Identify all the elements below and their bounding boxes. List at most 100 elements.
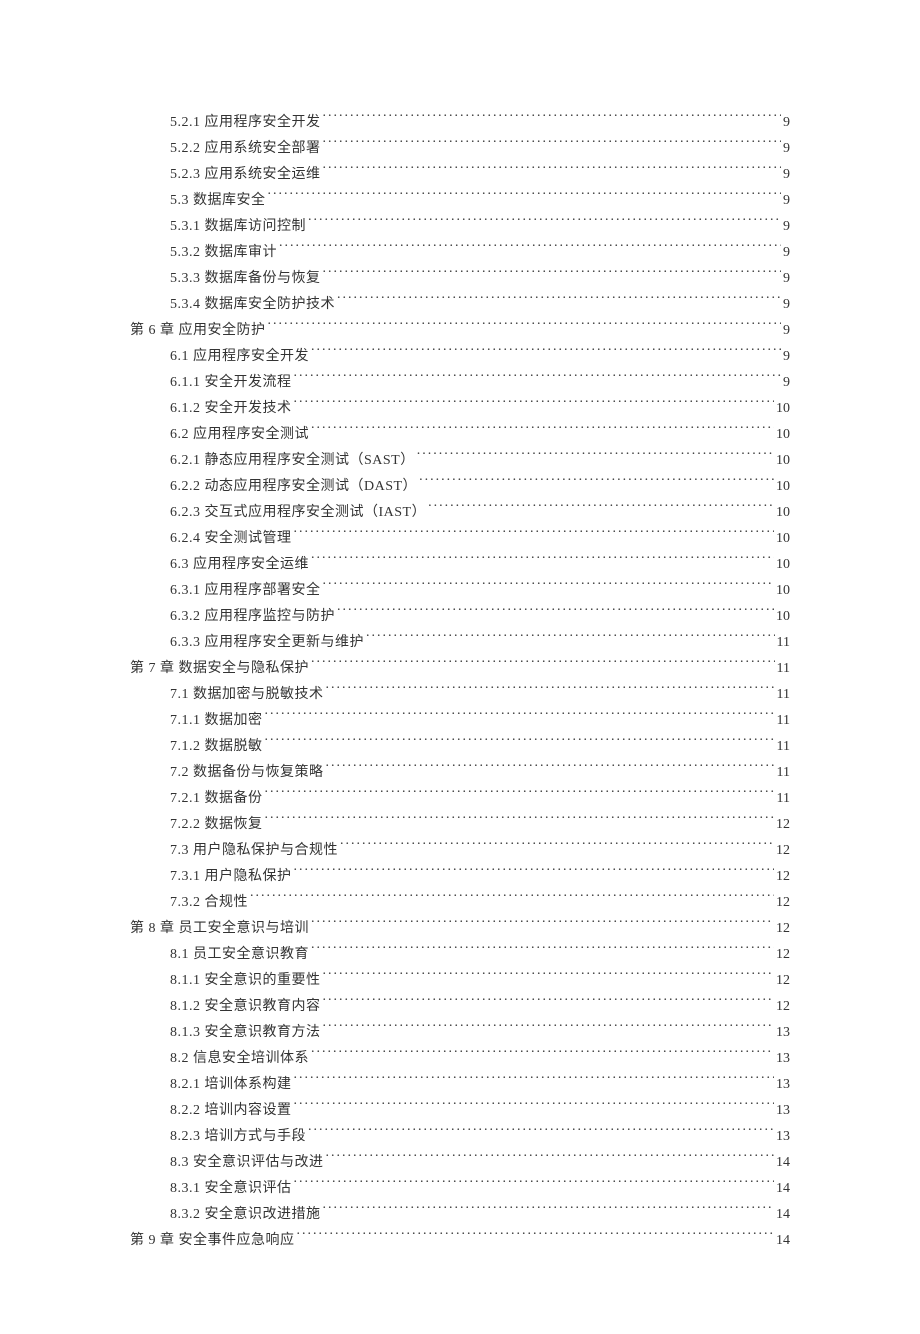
- toc-entry[interactable]: 5.3.2 数据库审计9: [170, 240, 790, 266]
- toc-entry[interactable]: 8.3.1 安全意识评估14: [170, 1176, 790, 1202]
- toc-entry-label: 6.3.1 应用程序部署安全: [170, 578, 321, 604]
- toc-entry-page: 12: [776, 942, 790, 968]
- toc-entry-label: 8.1.2 安全意识教育内容: [170, 994, 321, 1020]
- toc-entry[interactable]: 7.1 数据加密与脱敏技术11: [170, 682, 790, 708]
- toc-entry[interactable]: 5.2.2 应用系统安全部署9: [170, 136, 790, 162]
- toc-entry[interactable]: 5.2.1 应用程序安全开发9: [170, 110, 790, 136]
- toc-entry-label: 7.1 数据加密与脱敏技术: [170, 682, 324, 708]
- toc-leader-dots: [323, 996, 775, 1010]
- toc-entry-page: 12: [776, 812, 790, 838]
- toc-entry[interactable]: 6.3 应用程序安全运维10: [170, 552, 790, 578]
- toc-entry[interactable]: 5.3 数据库安全9: [170, 188, 790, 214]
- toc-entry-page: 12: [776, 838, 790, 864]
- toc-entry-page: 12: [776, 890, 790, 916]
- toc-entry[interactable]: 7.3.1 用户隐私保护12: [170, 864, 790, 890]
- toc-leader-dots: [308, 216, 781, 230]
- toc-entry-page: 13: [776, 1098, 790, 1124]
- toc-entry[interactable]: 6.1.1 安全开发流程 9: [170, 370, 790, 396]
- toc-entry[interactable]: 6.2.4 安全测试管理10: [170, 526, 790, 552]
- toc-entry[interactable]: 6.2.1 静态应用程序安全测试（SAST）10: [170, 448, 790, 474]
- toc-leader-dots: [326, 684, 775, 698]
- toc-leader-dots: [428, 502, 774, 516]
- toc-leader-dots: [294, 372, 782, 386]
- toc-leader-dots: [311, 918, 774, 932]
- toc-leader-dots: [265, 736, 775, 750]
- toc-leader-dots: [311, 554, 774, 568]
- toc-entry[interactable]: 8.3 安全意识评估与改进 14: [170, 1150, 790, 1176]
- toc-entry-page: 10: [776, 500, 790, 526]
- toc-entry-label: 8.2 信息安全培训体系: [170, 1046, 309, 1072]
- toc-leader-dots: [294, 528, 775, 542]
- toc-entry[interactable]: 8.2.3 培训方式与手段13: [170, 1124, 790, 1150]
- toc-entry-page: 11: [777, 760, 790, 786]
- toc-entry-label: 6.1.1 安全开发流程: [170, 370, 292, 396]
- toc-entry[interactable]: 5.3.1 数据库访问控制9: [170, 214, 790, 240]
- table-of-contents: 5.2.1 应用程序安全开发95.2.2 应用系统安全部署95.2.3 应用系统…: [130, 110, 790, 1254]
- toc-entry[interactable]: 8.1.2 安全意识教育内容12: [170, 994, 790, 1020]
- toc-entry[interactable]: 第 9 章 安全事件应急响应14: [130, 1228, 790, 1254]
- toc-entry[interactable]: 6.3.3 应用程序安全更新与维护11: [170, 630, 790, 656]
- toc-entry-page: 10: [776, 578, 790, 604]
- toc-entry-page: 9: [783, 370, 790, 396]
- toc-entry-page: 13: [776, 1072, 790, 1098]
- toc-entry[interactable]: 7.1.2 数据脱敏 11: [170, 734, 790, 760]
- toc-entry-label: 7.3.2 合规性: [170, 890, 248, 916]
- toc-entry[interactable]: 7.2.2 数据恢复 12: [170, 812, 790, 838]
- toc-entry-label: 第 8 章 员工安全意识与培训: [130, 916, 309, 942]
- toc-entry[interactable]: 第 8 章 员工安全意识与培训 12: [130, 916, 790, 942]
- toc-entry-page: 12: [776, 968, 790, 994]
- toc-entry-page: 11: [777, 656, 790, 682]
- toc-entry[interactable]: 6.2.3 交互式应用程序安全测试（IAST）10: [170, 500, 790, 526]
- toc-entry-label: 第 7 章 数据安全与隐私保护: [130, 656, 309, 682]
- toc-entry[interactable]: 5.3.3 数据库备份与恢复9: [170, 266, 790, 292]
- toc-entry[interactable]: 6.3.1 应用程序部署安全 10: [170, 578, 790, 604]
- toc-entry-page: 14: [776, 1202, 790, 1228]
- toc-entry[interactable]: 6.1.2 安全开发技术10: [170, 396, 790, 422]
- toc-entry-label: 7.1.1 数据加密: [170, 708, 263, 734]
- toc-leader-dots: [419, 476, 774, 490]
- toc-entry-label: 7.2.2 数据恢复: [170, 812, 263, 838]
- toc-entry-page: 14: [776, 1176, 790, 1202]
- toc-entry-label: 5.3.1 数据库访问控制: [170, 214, 306, 240]
- toc-entry-page: 14: [776, 1150, 790, 1176]
- toc-leader-dots: [311, 944, 774, 958]
- toc-entry[interactable]: 8.1.3 安全意识教育方法13: [170, 1020, 790, 1046]
- toc-entry[interactable]: 第 6 章 应用安全防护9: [130, 318, 790, 344]
- toc-entry[interactable]: 7.1.1 数据加密 11: [170, 708, 790, 734]
- toc-entry[interactable]: 第 7 章 数据安全与隐私保护 11: [130, 656, 790, 682]
- toc-entry[interactable]: 8.2.2 培训内容设置 13: [170, 1098, 790, 1124]
- toc-entry[interactable]: 6.2.2 动态应用程序安全测试（DAST）10: [170, 474, 790, 500]
- toc-entry-label: 6.2.1 静态应用程序安全测试（SAST）: [170, 448, 415, 474]
- toc-entry[interactable]: 7.3 用户隐私保护与合规性12: [170, 838, 790, 864]
- toc-entry[interactable]: 7.2.1 数据备份 11: [170, 786, 790, 812]
- toc-entry[interactable]: 8.1.1 安全意识的重要性 12: [170, 968, 790, 994]
- toc-entry-page: 10: [776, 526, 790, 552]
- toc-entry[interactable]: 7.3.2 合规性 12: [170, 890, 790, 916]
- toc-leader-dots: [308, 1126, 774, 1140]
- toc-entry-label: 6.1 应用程序安全开发: [170, 344, 309, 370]
- toc-entry-page: 9: [783, 136, 790, 162]
- toc-entry[interactable]: 8.1 员工安全意识教育 12: [170, 942, 790, 968]
- toc-leader-dots: [417, 450, 774, 464]
- toc-entry[interactable]: 6.1 应用程序安全开发9: [170, 344, 790, 370]
- toc-entry[interactable]: 5.2.3 应用系统安全运维9: [170, 162, 790, 188]
- toc-entry[interactable]: 8.2.1 培训体系构建13: [170, 1072, 790, 1098]
- toc-entry[interactable]: 5.3.4 数据库安全防护技术9: [170, 292, 790, 318]
- toc-leader-dots: [294, 1074, 775, 1088]
- toc-entry-page: 10: [776, 604, 790, 630]
- toc-entry-page: 9: [783, 162, 790, 188]
- toc-leader-dots: [311, 346, 781, 360]
- toc-leader-dots: [323, 138, 782, 152]
- toc-entry-label: 8.1.1 安全意识的重要性: [170, 968, 321, 994]
- toc-entry[interactable]: 6.2 应用程序安全测试10: [170, 422, 790, 448]
- toc-entry-label: 8.1 员工安全意识教育: [170, 942, 309, 968]
- toc-entry[interactable]: 8.2 信息安全培训体系13: [170, 1046, 790, 1072]
- toc-entry-label: 7.2 数据备份与恢复策略: [170, 760, 324, 786]
- toc-entry-page: 9: [783, 266, 790, 292]
- toc-entry-label: 8.2.2 培训内容设置: [170, 1098, 292, 1124]
- toc-entry[interactable]: 7.2 数据备份与恢复策略 11: [170, 760, 790, 786]
- toc-entry-label: 8.3 安全意识评估与改进: [170, 1150, 324, 1176]
- toc-entry[interactable]: 8.3.2 安全意识改进措施14: [170, 1202, 790, 1228]
- toc-entry[interactable]: 6.3.2 应用程序监控与防护10: [170, 604, 790, 630]
- toc-entry-page: 12: [776, 916, 790, 942]
